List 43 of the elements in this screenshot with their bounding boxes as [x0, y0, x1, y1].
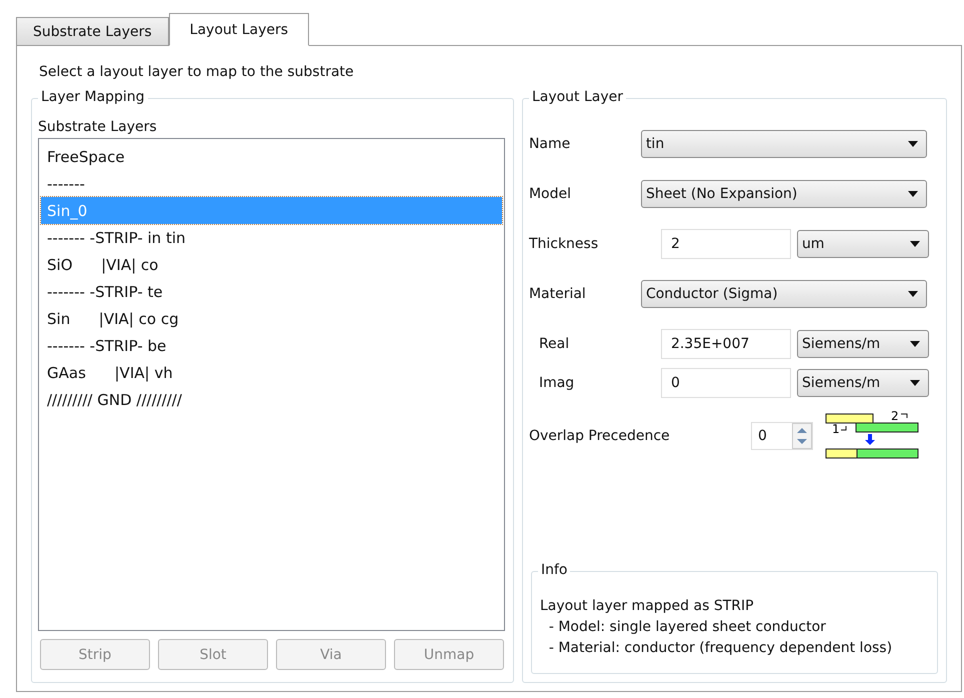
dropdown-arrow-icon: [910, 241, 920, 247]
unit-dropdown[interactable]: um: [796, 230, 929, 258]
field-label: Real: [538, 336, 570, 352]
input-field[interactable]: 2: [660, 229, 791, 259]
info-text: - Material: conductor (frequency dependent loss): [548, 639, 894, 658]
input-field[interactable]: 0: [660, 368, 791, 398]
list-item[interactable]: ------- -STRIP- te: [41, 278, 502, 305]
unit-dropdown[interactable]: Siemens/m: [796, 330, 929, 358]
list-item[interactable]: FreeSpace: [41, 143, 502, 170]
dropdown-arrow-icon: [908, 191, 918, 197]
field-label: Material: [528, 286, 587, 302]
field-label: Overlap Precedence: [528, 428, 671, 444]
dropdown-arrow-icon: [908, 141, 918, 147]
input-field[interactable]: 2.35E+007: [660, 329, 791, 359]
overlap-diagram-drawing: 2 1: [824, 411, 921, 461]
spin-box[interactable]: 0: [750, 422, 813, 450]
list-item[interactable]: ------- -STRIP- be: [41, 332, 502, 359]
unit-dropdown[interactable]: Siemens/m: [796, 369, 929, 397]
group-title: Layout Layer: [528, 89, 626, 105]
list-item[interactable]: ------- -STRIP- in tin: [41, 224, 502, 251]
list-label: Substrate Layers: [38, 119, 158, 135]
instruction-text: Select a layout layer to map to the substrate: [39, 64, 355, 80]
dropdown[interactable]: Conductor (Sigma): [640, 280, 927, 308]
list-item[interactable]: -------: [41, 170, 502, 197]
dropdown-arrow-icon: [910, 380, 920, 386]
spin-arrows-icon: [792, 423, 812, 449]
list-item[interactable]: SiO |VIA| co: [41, 251, 502, 278]
field-label: Model: [528, 186, 572, 202]
tab[interactable]: Layout Layers: [168, 13, 310, 46]
dropdown-arrow-icon: [908, 291, 918, 297]
field-label: Imag: [538, 375, 576, 391]
field-label: Name: [528, 136, 572, 152]
tab[interactable]: Substrate Layers: [16, 17, 169, 45]
info-text: Layout layer mapped as STRIP: [540, 597, 755, 616]
list-item[interactable]: GAas |VIA| vh: [41, 359, 502, 386]
dropdown-arrow-icon: [910, 341, 920, 347]
info-text: - Model: single layered sheet conductor: [548, 618, 827, 637]
dropdown[interactable]: Sheet (No Expansion): [640, 180, 927, 208]
field-label: Thickness: [528, 236, 600, 252]
dropdown[interactable]: tin: [640, 130, 927, 158]
list-item[interactable]: ///////// GND /////////: [41, 386, 502, 413]
list-item[interactable]: Sin |VIA| co cg: [41, 305, 502, 332]
group-title: Layer Mapping: [38, 89, 148, 105]
